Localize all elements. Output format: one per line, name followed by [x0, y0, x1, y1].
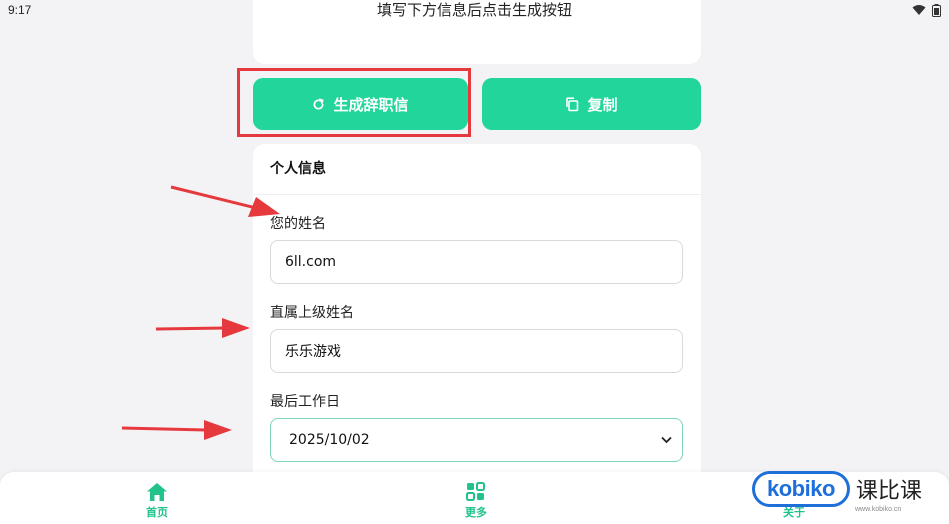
apps-icon [466, 482, 485, 501]
nav-home-label: 首页 [146, 506, 168, 519]
copy-icon [566, 96, 579, 111]
nav-item-more[interactable]: 更多 [446, 482, 506, 520]
watermark-brand: kobiko [752, 471, 850, 507]
generate-letter-button[interactable]: 生成辞职信 [253, 78, 468, 130]
personal-info-card: 个人信息 您的姓名 6ll.com 直属上级姓名 乐乐游戏 最后工作日 2025… [253, 144, 701, 484]
supervisor-input[interactable]: 乐乐游戏 [270, 329, 683, 373]
card-title: 个人信息 [270, 161, 326, 177]
home-icon [147, 483, 167, 501]
name-input[interactable]: 6ll.com [270, 240, 683, 284]
card-divider [253, 194, 701, 195]
status-icons [912, 3, 941, 17]
last-day-select[interactable]: 2025/10/02 [270, 418, 683, 462]
name-input-value: 6ll.com [285, 254, 337, 270]
wifi-icon [912, 5, 926, 15]
watermark-domain: www.kobiko.cn [855, 506, 902, 513]
supervisor-label: 直属上级姓名 [270, 305, 354, 321]
watermark-logo: kobiko 课比课 [752, 470, 922, 508]
status-bar: 9:17 [0, 0, 949, 20]
battery-icon [932, 3, 941, 17]
nav-more-label: 更多 [465, 506, 487, 519]
last-day-value: 2025/10/02 [289, 432, 370, 448]
nav-item-home[interactable]: 首页 [127, 482, 187, 520]
supervisor-input-value: 乐乐游戏 [285, 344, 341, 360]
annotation-arrow-2 [155, 318, 250, 338]
generate-letter-label: 生成辞职信 [333, 95, 409, 114]
copy-label: 复制 [587, 95, 618, 114]
watermark-brand-cn: 课比课 [855, 479, 922, 504]
last-day-label: 最后工作日 [270, 394, 340, 410]
annotation-arrow-3 [121, 420, 232, 440]
refresh-icon [313, 98, 324, 110]
copy-button[interactable]: 复制 [482, 78, 701, 130]
status-time: 9:17 [8, 3, 32, 17]
chevron-down-icon [661, 436, 672, 444]
annotation-arrow-1 [170, 185, 280, 217]
